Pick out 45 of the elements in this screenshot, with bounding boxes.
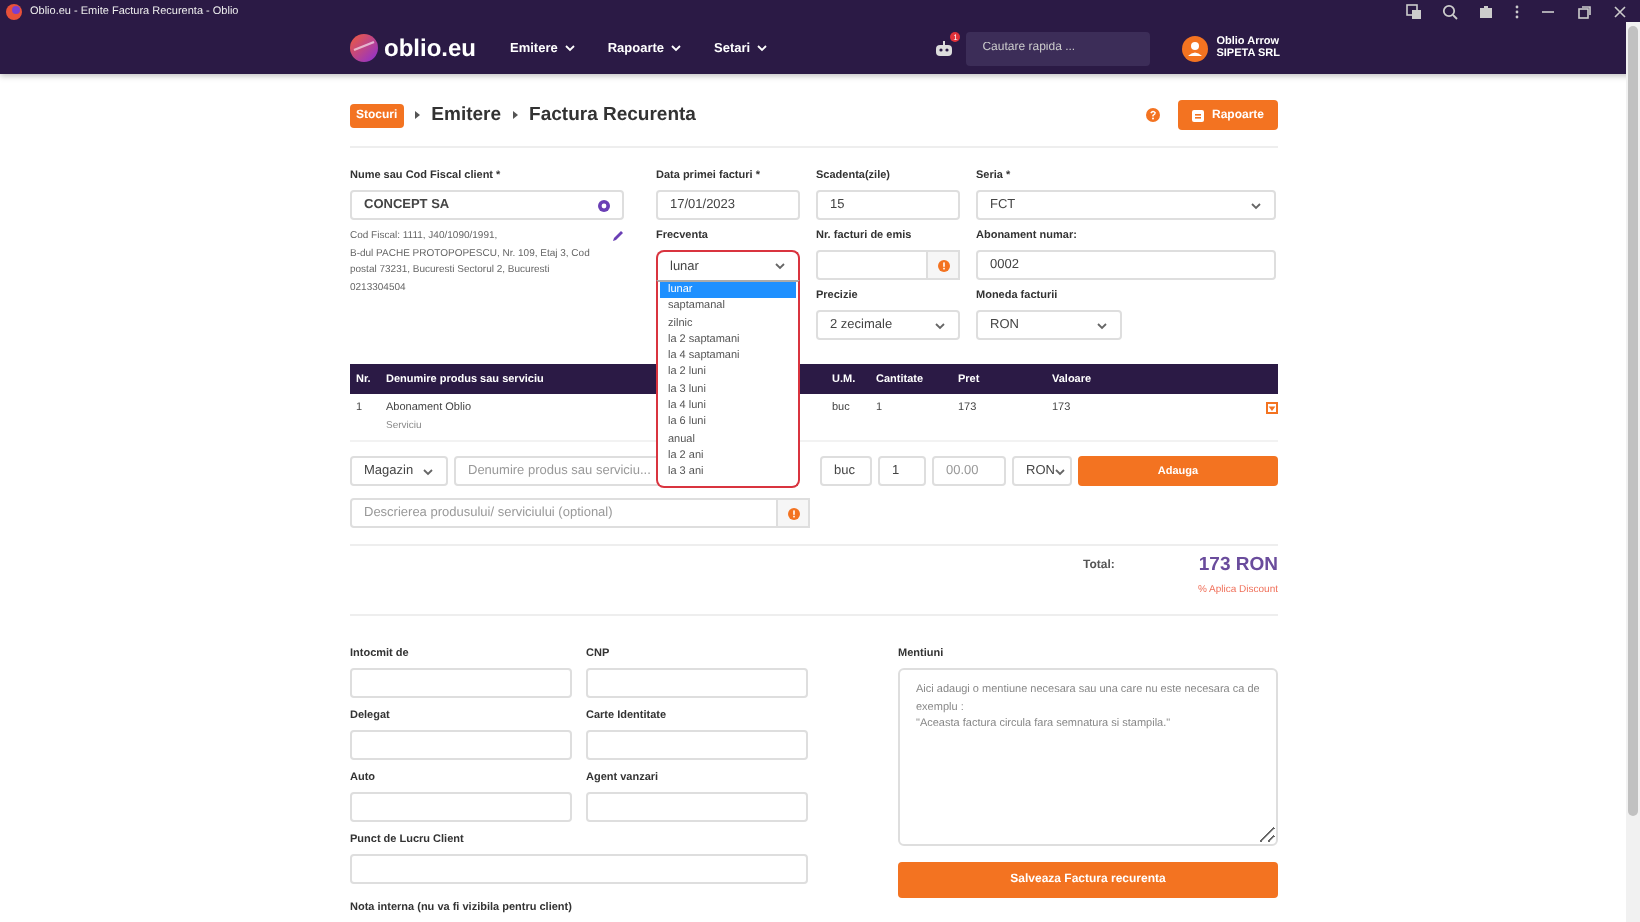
input-field[interactable] [586, 792, 808, 822]
zoom-icon[interactable] [1442, 3, 1458, 19]
caret-icon [670, 44, 683, 52]
close-icon[interactable] [1612, 3, 1628, 19]
pencil-icon[interactable] [612, 230, 624, 242]
caret-icon [422, 467, 434, 475]
caret-icon [1250, 201, 1262, 209]
info-icon [787, 507, 799, 519]
logo-icon [350, 34, 378, 62]
chevron-icon [511, 110, 520, 120]
help-icon[interactable] [1145, 108, 1160, 122]
input-field[interactable] [586, 668, 808, 698]
caret-icon [1096, 321, 1108, 329]
caret-icon [756, 44, 769, 52]
caret-icon [934, 321, 946, 329]
info-button[interactable] [778, 498, 810, 528]
menu-icon[interactable] [1514, 3, 1520, 19]
clear-icon[interactable] [598, 199, 610, 211]
info-icon [937, 259, 949, 271]
chevron-icon [413, 110, 422, 120]
total-amount: 173 RON [1198, 554, 1278, 576]
breadcrumb-item[interactable]: Factura Recurenta [529, 104, 696, 126]
input-field[interactable] [350, 854, 808, 884]
caret-icon [1054, 467, 1067, 475]
robot-icon[interactable] [934, 39, 955, 57]
input-field[interactable] [350, 668, 572, 698]
breadcrumb-item[interactable]: Emitere [431, 104, 502, 126]
logo-text: oblio.eu [384, 34, 476, 62]
translate-icon[interactable] [1406, 3, 1422, 19]
maximize-icon[interactable] [1576, 3, 1592, 19]
input-field[interactable] [816, 250, 928, 280]
info-button[interactable] [928, 250, 960, 280]
input-field[interactable] [586, 730, 808, 760]
input-field[interactable] [350, 730, 572, 760]
app-logo-icon [6, 3, 22, 19]
scrollbar-thumb[interactable] [1628, 26, 1638, 816]
caret-icon [563, 44, 576, 52]
input-field[interactable] [350, 792, 572, 822]
report-icon [1191, 109, 1204, 121]
avatar-icon [1182, 35, 1209, 61]
row-menu-button[interactable] [1266, 402, 1278, 414]
scrollbar[interactable] [1626, 22, 1640, 922]
caret-icon [774, 262, 786, 270]
puzzle-icon[interactable] [1478, 3, 1494, 19]
caret-icon [1268, 405, 1276, 411]
